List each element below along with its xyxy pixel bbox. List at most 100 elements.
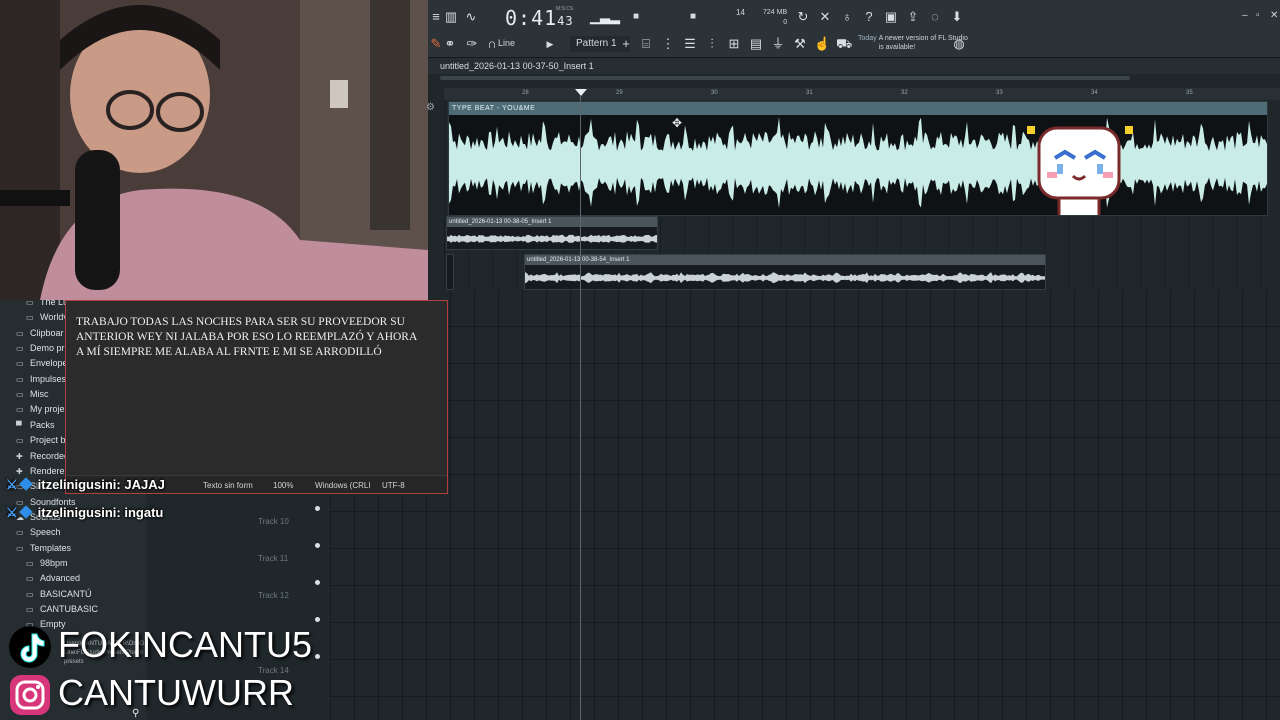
browser-item[interactable]: ▭ 98bpm — [26, 558, 68, 568]
browser-item[interactable]: ▭ Demo pr — [16, 343, 65, 353]
browser-icon[interactable]: ☰ — [682, 36, 698, 52]
browser-item-label: Demo pr — [30, 343, 65, 354]
search-icon[interactable]: ⚲ — [132, 708, 139, 719]
status-zoom: 100% — [273, 481, 294, 490]
browser-item-label: Impulses — [30, 373, 67, 384]
waveform-mode-icon[interactable]: ∿ — [463, 9, 479, 25]
browser-item[interactable]: ▭ BASICANTÚ — [26, 589, 92, 599]
stop-icon[interactable]: ■ — [628, 9, 644, 25]
microphone-icon[interactable]: ♁ — [839, 9, 855, 25]
waveform-clip-3 — [525, 272, 1045, 284]
audio-clip-main[interactable]: TYPE BEAT - YOU&ME — [448, 101, 1268, 216]
browser-item-label: CANTUBASIC — [40, 604, 99, 614]
notepad-window[interactable]: TRABAJO TODAS LAS NOCHES PARA SER SU PRO… — [65, 300, 448, 494]
channel-rack-icon[interactable]: ⋮ — [660, 36, 676, 52]
touch-icon[interactable]: ☝ — [814, 36, 830, 52]
globe-icon[interactable]: ◍ — [951, 36, 967, 52]
track-mute-dot[interactable] — [315, 580, 320, 585]
track-12-label[interactable]: Track 12 — [258, 591, 289, 600]
browser-item-label: Envelope — [30, 358, 68, 369]
track-mute-dot[interactable] — [315, 617, 320, 622]
playhead-marker[interactable] — [575, 89, 587, 96]
mixer-icon[interactable]: ⫶ — [704, 36, 720, 52]
plugin-picker-icon[interactable]: ▤ — [748, 36, 764, 52]
link-icon[interactable]: ⚭ — [442, 36, 458, 52]
window-close-icon[interactable]: ✕ — [1270, 10, 1278, 21]
browser-item[interactable]: ▭ Worldv — [26, 312, 68, 322]
browser-item[interactable]: ▭ Templates — [16, 543, 71, 553]
browser-item-label: 98bpm — [40, 557, 68, 568]
piano-roll-icon[interactable]: ⊞ — [726, 36, 742, 52]
chat-message: ⚔ itzelinigusini: JAJAJ — [6, 477, 165, 492]
maximize-icon[interactable]: ▫ — [1256, 10, 1260, 21]
refresh-icon[interactable]: ↻ — [795, 9, 811, 25]
folder-icon: ▭ — [16, 359, 24, 369]
help-icon[interactable]: ? — [861, 9, 877, 25]
audio-clip-stub[interactable] — [446, 254, 454, 290]
browser-item[interactable]: ▭ My proje — [16, 404, 65, 414]
browser-item-label: Advanced — [40, 573, 81, 584]
download-icon[interactable]: ⬇ — [949, 9, 965, 25]
instagram-icon — [10, 675, 50, 716]
audio-clip-2[interactable]: untitled_2026-01-13 00-38-05_Insert 1 — [446, 216, 658, 250]
master-pitch-icon[interactable]: ■ — [685, 9, 701, 25]
browser-item[interactable]: ▭ Impulses — [16, 374, 66, 384]
save-icon[interactable]: ▣ — [883, 9, 899, 25]
webcam-image — [0, 0, 428, 300]
browser-item[interactable]: ✚ Recorded — [16, 451, 69, 461]
tool-icon[interactable]: ⚒ — [792, 36, 808, 52]
browser-item[interactable]: ▀ Packs — [16, 420, 55, 430]
mascot-sticker — [1027, 126, 1133, 215]
cart-icon[interactable]: ⛟ — [836, 36, 852, 52]
browser-item[interactable]: ▭ CANTUBASIC — [26, 604, 98, 614]
track-mute-dot[interactable] — [315, 506, 320, 511]
folder-icon: ▭ — [26, 558, 34, 568]
play-pattern-icon[interactable]: ▶ — [542, 36, 558, 52]
cube-badge-icon — [18, 477, 33, 491]
playlist-grid[interactable] — [330, 290, 1280, 720]
track-11-label[interactable]: Track 11 — [258, 554, 288, 563]
browser-item-label: Speech — [30, 527, 61, 538]
browser-item[interactable]: ▭ Misc — [16, 389, 49, 399]
folder-icon: ▭ — [16, 390, 24, 400]
record-icon: ✚ — [16, 451, 23, 461]
track-mute-dot[interactable] — [315, 543, 320, 548]
playlist-scrollbar[interactable] — [440, 76, 1130, 80]
add-pattern-icon[interactable]: + — [618, 36, 634, 52]
waveform-clip-2 — [447, 234, 657, 243]
minimize-icon[interactable]: – — [1242, 10, 1248, 21]
folder-icon: ▭ — [26, 313, 34, 323]
pattern-song-icon[interactable]: ▥ — [443, 9, 459, 25]
sword-badge-icon: ⚔ — [6, 477, 18, 492]
browser-item[interactable]: ▭ Speech — [16, 527, 61, 537]
menu-icon[interactable]: ≡ — [428, 9, 444, 25]
browser-item[interactable]: ▭ Project b — [16, 435, 66, 445]
tiktok-icon — [9, 626, 51, 669]
close-x-icon[interactable]: ✕ — [817, 9, 833, 25]
browser-item[interactable]: ▭ Envelope — [16, 358, 68, 368]
lyrics-text[interactable]: TRABAJO TODAS LAS NOCHES PARA SER SU PRO… — [76, 315, 426, 360]
audio-clip-3[interactable]: untitled_2026-01-13 00-38-54_Insert 1 — [524, 254, 1046, 290]
brush-icon[interactable]: ✑ — [464, 36, 480, 52]
browser-item[interactable]: ▭ Clipboar — [16, 328, 64, 338]
browser-item[interactable]: ✚ Rendere — [16, 466, 65, 476]
browser-item-label: My proje — [30, 404, 65, 415]
clip-3-label: untitled_2026-01-13 00-38-54_Insert 1 — [525, 255, 1045, 265]
playlist-icon[interactable]: ⌸ — [638, 36, 654, 52]
snap-mode-select[interactable]: Line — [498, 38, 515, 48]
chat-icon[interactable]: ◌ — [927, 9, 943, 25]
export-icon[interactable]: ⇪ — [905, 9, 921, 25]
settings-gear-icon[interactable]: ⚙ — [426, 102, 435, 113]
waveform-main — [449, 117, 1267, 209]
browser-item[interactable]: ▭ Advanced — [26, 573, 80, 583]
folder-icon: ▭ — [26, 605, 34, 614]
plug-icon[interactable]: ⏚ — [770, 36, 786, 52]
track-10-label[interactable]: Track 10 — [258, 517, 289, 526]
clip-label: TYPE BEAT - YOU&ME — [449, 102, 1267, 115]
bar-29: 29 — [616, 90, 623, 96]
track-mute-dot[interactable] — [315, 654, 320, 659]
status-format: Texto sin form — [203, 481, 253, 490]
webcam-feed — [0, 0, 428, 300]
playhead-line — [580, 96, 581, 720]
timeline-ruler[interactable]: 28 29 30 31 32 33 34 35 — [444, 88, 1280, 100]
